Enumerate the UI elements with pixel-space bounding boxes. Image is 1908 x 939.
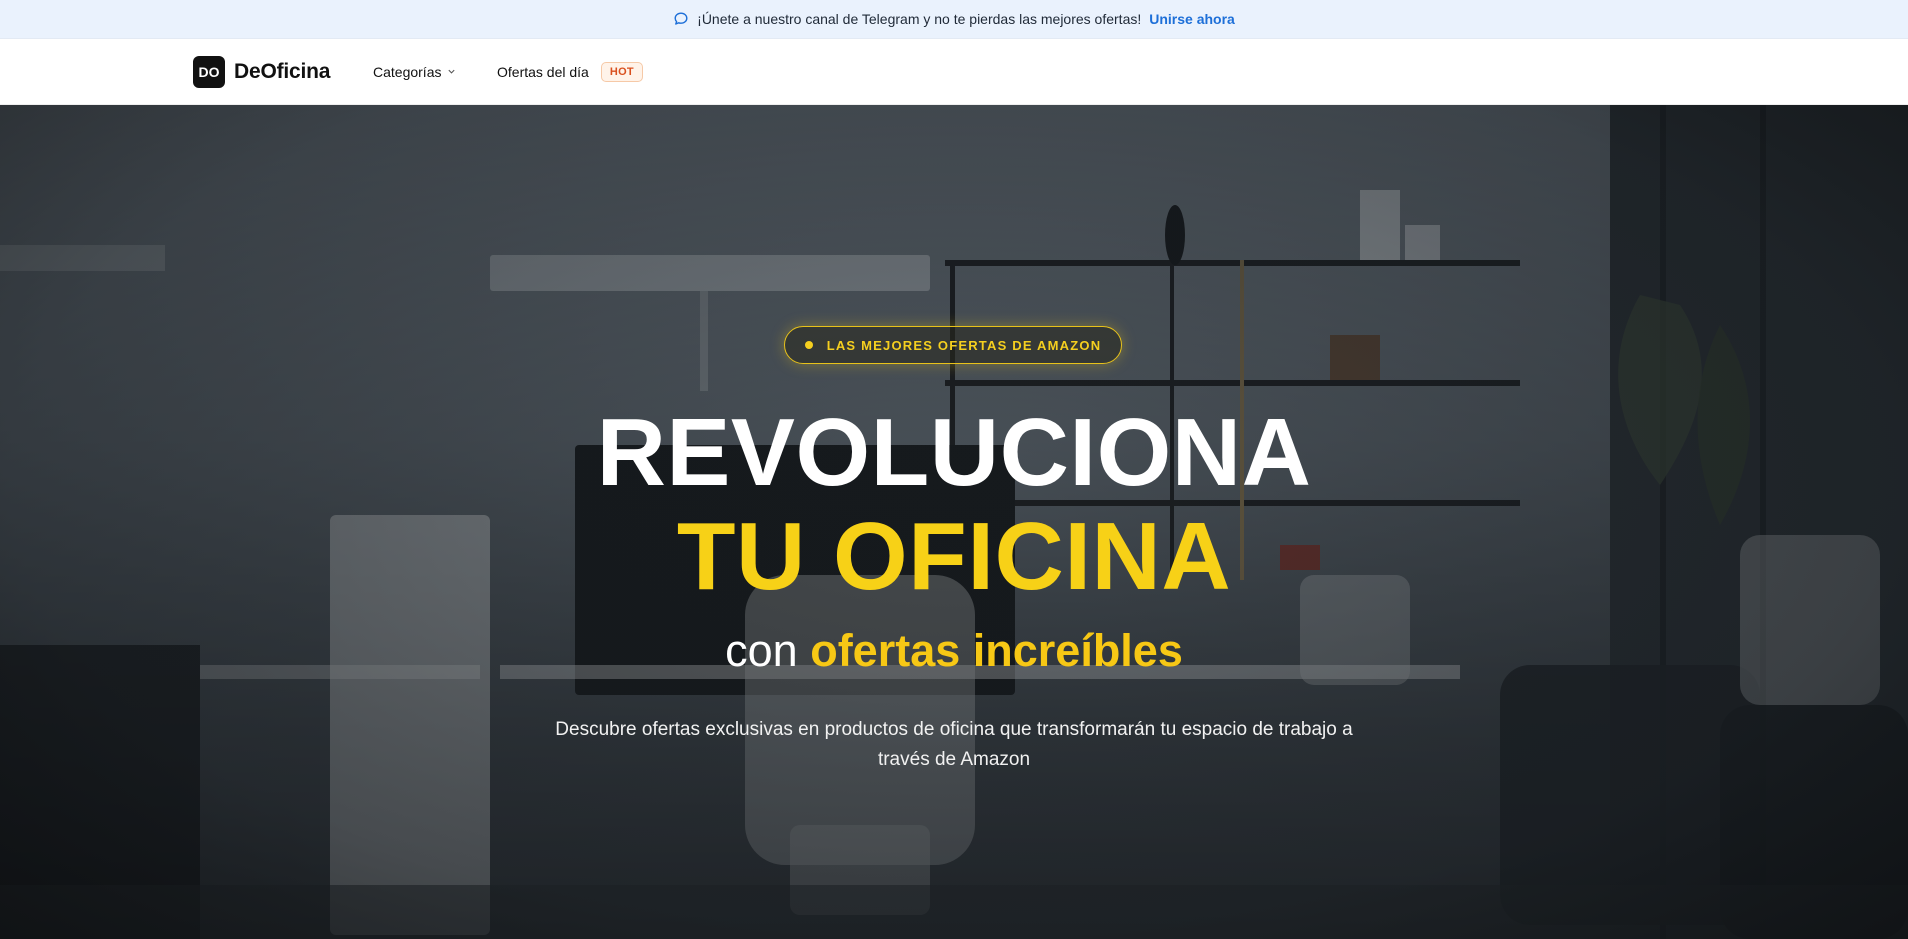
hero-description: Descubre ofertas exclusivas en productos… [555,719,1353,770]
announcement-text: ¡Únete a nuestro canal de Telegram y no … [697,11,1142,27]
hero-subtitle-highlight: ofertas increíbles [810,625,1183,676]
top-navbar: DO DeOficina Categorías Ofertas del día … [0,39,1908,105]
nav-deals-label: Ofertas del día [497,63,589,80]
nav-categories-label: Categorías [373,63,442,80]
badge-dot [804,341,813,349]
chat-bubble-icon [674,12,688,25]
hero-title-line1: REVOLUCIONA [596,399,1312,506]
chevron-down-icon [448,69,456,74]
nav-categories-dropdown[interactable]: Categorías [373,64,456,80]
nav-deals-link[interactable]: Ofertas del día HOT [497,61,643,82]
hero-badge-text: LAS MEJORES OFERTAS DE AMAZON [826,337,1102,353]
announcement-bar: ¡Únete a nuestro canal de Telegram y no … [0,0,1908,39]
hero-subtitle-prefix: con [725,625,811,676]
brand-logo-link[interactable]: DO DeOficina [193,55,331,88]
hero-badge: LAS MEJORES OFERTAS DE AMAZON [784,326,1122,364]
hero-title-line2: TU OFICINA [676,503,1232,610]
brand-name: DeOficina [234,59,331,83]
logo-mark: DO [193,55,225,88]
hero-section: LAS MEJORES OFERTAS DE AMAZON REVOLUCION… [0,105,1908,939]
hot-badge: HOT [600,61,643,82]
join-telegram-link[interactable]: Unirse ahora [1149,11,1235,27]
hero-subtitle: con ofertas increíbles [0,625,1908,677]
